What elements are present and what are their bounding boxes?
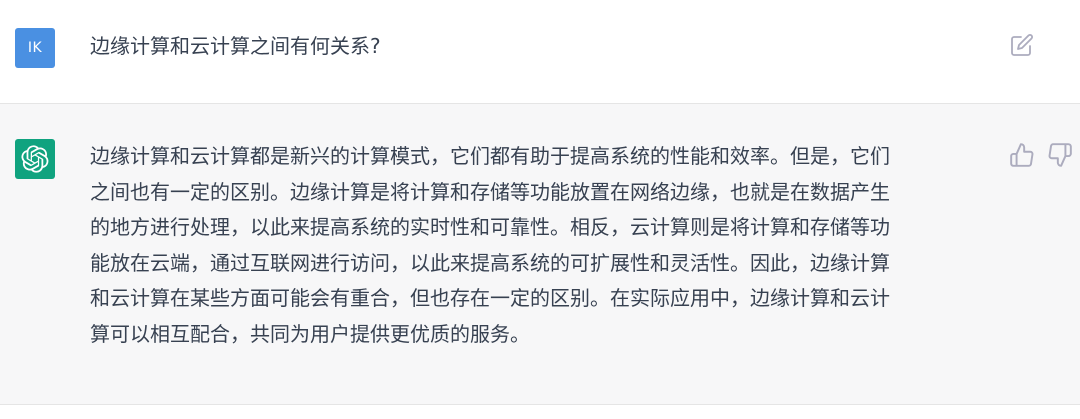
user-message-text: 边缘计算和云计算之间有何关系? (90, 34, 381, 58)
assistant-avatar (15, 139, 55, 179)
assistant-message-line: 能放在云端，通过互联网进行访问，以此来提高系统的可扩展性和灵活性。因此，边缘计算 (90, 250, 890, 275)
assistant-message-line: 算可以相互配合，共同为用户提供更优质的服务。 (90, 321, 530, 346)
user-avatar: IK (15, 28, 55, 68)
openai-logo-icon (21, 145, 49, 173)
thumbs-down-icon[interactable] (1047, 142, 1073, 168)
assistant-message-line: 边缘计算和云计算都是新兴的计算模式，它们都有助于提高系统的性能和效率。但是，它们 (90, 144, 890, 168)
assistant-message-line: 和云计算在某些方面可能会有重合，但也存在一定的区别。在实际应用中，边缘计算和云计 (90, 286, 890, 310)
page-bottom (0, 405, 1080, 419)
assistant-message-row: 边缘计算和云计算都是新兴的计算模式，它们都有助于提高系统的性能和效率。但是，它们… (0, 104, 1080, 405)
edit-icon[interactable] (1010, 33, 1034, 57)
user-message-row: IK 边缘计算和云计算之间有何关系? (0, 0, 1080, 104)
assistant-message-line: 的地方进行处理，以此来提高系统的实时性和可靠性。相反，云计算则是将计算和存储等功 (90, 215, 890, 239)
assistant-message-text: 边缘计算和云计算都是新兴的计算模式，它们都有助于提高系统的性能和效率。但是，它们… (90, 139, 985, 352)
assistant-message-line: 之间也有一定的区别。边缘计算是将计算和存储等功能放置在网络边缘，也就是在数据产生 (90, 179, 890, 204)
thumbs-up-icon[interactable] (1009, 142, 1035, 168)
